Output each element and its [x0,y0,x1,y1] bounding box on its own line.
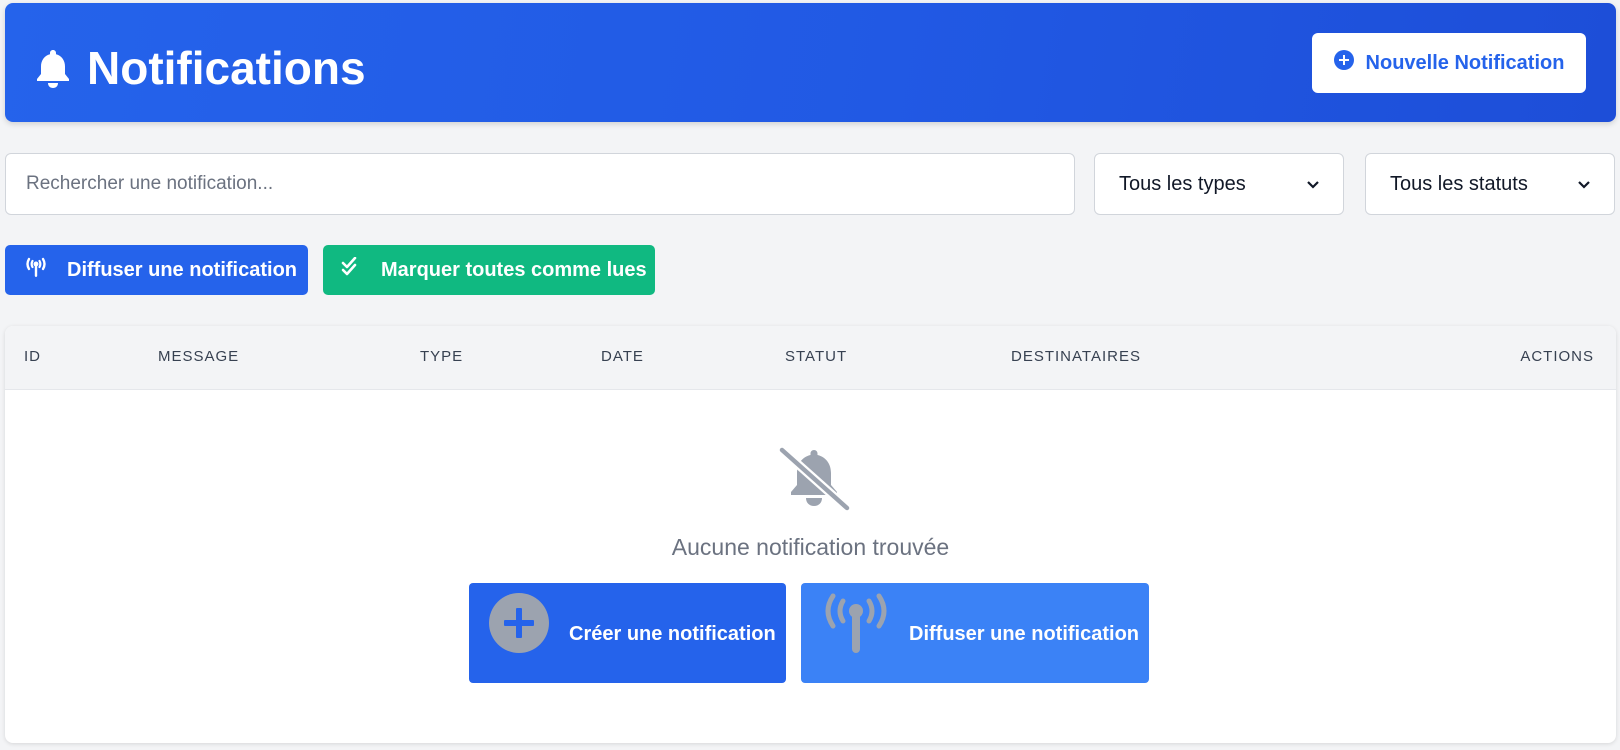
notifications-table: ID MESSAGE TYPE DATE STATUT DESTINATAIRE… [5,326,1616,743]
column-header-status[interactable]: STATUT [785,348,847,365]
column-header-id[interactable]: ID [24,348,41,365]
plus-circle-icon [1333,50,1354,76]
broadcast-tower-icon [821,593,891,659]
type-select-value: Tous les types [1119,172,1246,195]
new-notification-label: Nouvelle Notification [1365,51,1565,74]
column-header-date[interactable]: DATE [601,348,644,365]
broadcast-notification-label: Diffuser une notification [909,623,1139,645]
type-select[interactable]: Tous les types [1094,153,1344,215]
mark-all-read-button[interactable]: Marquer toutes comme lues [323,245,655,295]
bell-icon [35,48,71,88]
page-title-text: Notifications [87,42,366,94]
create-notification-button[interactable]: Créer une notification [469,583,786,683]
column-header-type[interactable]: TYPE [420,348,463,365]
create-notification-label: Créer une notification [569,623,776,645]
chevron-down-icon [1307,176,1319,192]
broadcast-label: Diffuser une notification [67,258,297,281]
column-header-recipients[interactable]: DESTINATAIRES [1011,348,1141,365]
bell-slash-icon [775,445,853,516]
column-header-message[interactable]: MESSAGE [158,348,239,365]
chevron-down-icon [1578,176,1590,192]
plus-circle-icon [489,593,549,659]
mark-all-read-label: Marquer toutes comme lues [381,258,647,281]
search-input[interactable] [5,153,1075,215]
page-title: Notifications [35,39,366,97]
status-select[interactable]: Tous les statuts [1365,153,1615,215]
column-header-actions: ACTIONS [1520,348,1594,365]
page-header: Notifications Nouvelle Notification [5,3,1616,122]
broadcast-tower-icon [23,256,49,284]
double-check-icon [341,256,363,283]
table-header: ID MESSAGE TYPE DATE STATUT DESTINATAIRE… [5,326,1616,390]
empty-state-message: Aucune notification trouvée [671,534,950,560]
new-notification-button[interactable]: Nouvelle Notification [1312,33,1586,93]
broadcast-notification-button[interactable]: Diffuser une notification [801,583,1149,683]
status-select-value: Tous les statuts [1390,172,1528,195]
broadcast-button[interactable]: Diffuser une notification [5,245,308,295]
